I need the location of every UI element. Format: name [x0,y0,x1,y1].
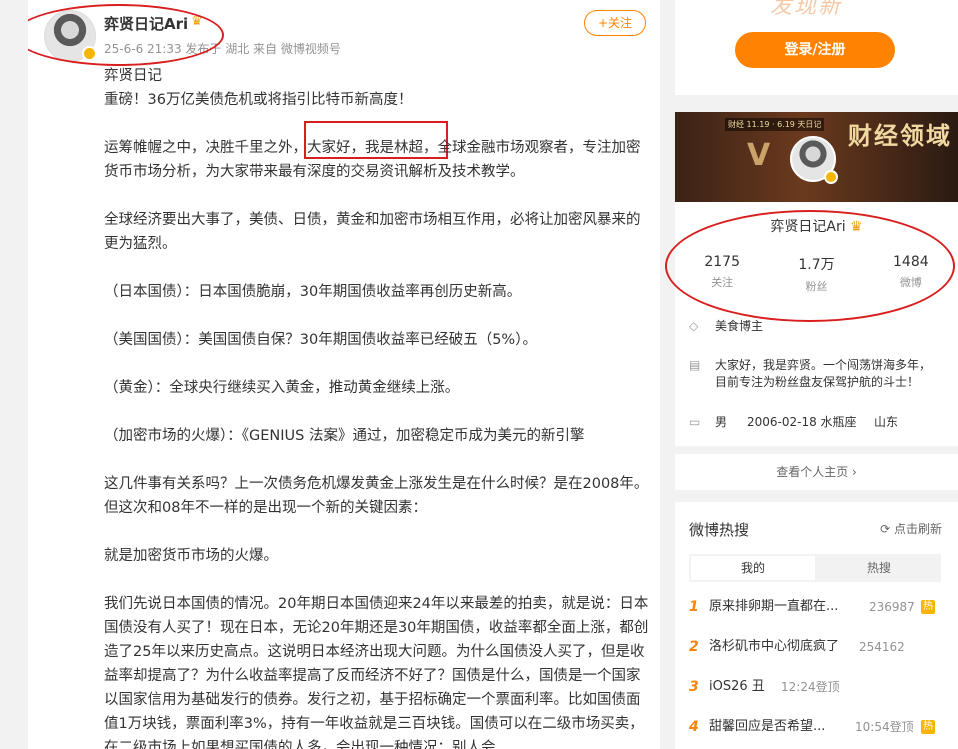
hot-rank: 2 [689,639,699,655]
hot-item[interactable]: 1 原来排卵期一直都在... 236987 热 [689,596,944,618]
stat-label: 关注 [711,276,734,289]
hot-rank: 3 [689,679,699,695]
view-homepage-link[interactable]: 查看个人主页 › [675,454,958,490]
login-card: 发现新 登录/注册 [675,0,958,95]
hot-tag: 热 [921,720,935,734]
banner-v-logo: V [747,138,771,173]
banner-chip: 财经 11.19 · 6.19 天日记 [725,118,825,131]
birthday-text: 2006-02-18 水瓶座 [747,415,857,429]
bio-line-2: 目前专注为粉丝盘友保驾护航的斗士！ [715,375,920,389]
login-decoration: 发现新 [770,0,843,19]
profile-verified-badge-icon [824,170,838,184]
document-icon: ▤ [689,358,701,372]
hot-count: 10:54登顶 [855,720,914,734]
hot-item[interactable]: 3 iOS26 丑 12:24登顶 [689,676,944,698]
post-paragraph: （黄金）：全球央行继续买入黄金，推动黄金继续上涨。 [104,380,460,396]
hot-text: 甜馨回应是否希望... [709,719,826,734]
tab-mine[interactable]: 我的 [691,556,815,580]
post-meta: 25-6-6 21:33 发布于 湖北 来自 微博视频号 [104,42,341,56]
tab-hot[interactable]: 热搜 [817,554,941,582]
hot-text: 洛杉矶市中心彻底疯了 [709,639,840,654]
hot-count: 236987 [869,600,915,614]
id-card-icon: ▭ [689,415,701,429]
post-paragraph: （美国国债）：美国国债自保？30年期国债收益率已经破五（5%）。 [104,332,537,348]
hot-item[interactable]: 4 甜馨回应是否希望... 10:54登顶 热 [689,716,944,738]
post-paragraph: 这几件事有关系吗？上一次债务危机爆发黄金上涨发生是在什么时候？是在2008年。但… [104,476,649,516]
post-paragraph: （加密市场的火爆）：《GENIUS 法案》通过，加密稳定币成为美元的新引擎 [104,428,585,444]
post-content: 弈贤日记重磅！36万亿美债危机或将指引比特币新高度！ 运筹帷幄之中，决胜千里之外，… [104,64,650,749]
post-paragraph: 弈贤日记 [104,68,162,84]
follow-button[interactable]: +关注 [584,10,646,36]
hot-rank: 1 [689,599,699,615]
post-paragraph: 运筹帷幄之中，决胜千里之外，大家好，我是林超，全球金融市场观察者，专注加密货币市… [104,140,641,180]
hot-search-title: 微博热搜 [689,521,750,539]
crown-icon: ♛ [850,219,863,235]
post-paragraph: （日本国债）：日本国债脆崩，30年期国债收益率再创历史新高。 [104,284,522,300]
weibo-post-card: 弈贤日记Ari ♛ 25-6-6 21:33 发布于 湖北 来自 微博视频号 +… [28,0,660,749]
shield-icon: ◇ [689,319,699,333]
post-paragraph: 重磅！36万亿美债危机或将指引比特币新高度！ [104,92,413,108]
stat-following[interactable]: 2175 关注 [675,254,769,294]
bio-line-1: 大家好，我是弈贤。一个闯荡饼海多年， [715,358,932,372]
stat-number: 1.7万 [798,257,835,273]
stat-label: 粉丝 [805,280,828,293]
hot-count: 254162 [859,640,905,654]
post-paragraph: 全球经济要出大事了，美债、日债，黄金和加密市场相互作用，必将让加密风暴来的更为猛… [104,212,641,252]
login-register-button[interactable]: 登录/注册 [735,32,895,68]
stat-posts[interactable]: 1484 微博 [864,254,958,294]
profile-name[interactable]: 弈贤日记Ari ♛ [675,216,958,236]
profile-stats: 2175 关注 1.7万 粉丝 1484 微博 [675,254,958,294]
hot-text: 原来排卵期一直都在... [709,599,839,614]
hot-search-card: 微博热搜 ⟳ 点击刷新 我的 热搜 1 原来排卵期一直都在... 236987 … [675,502,958,749]
hot-rank: 4 [689,719,699,735]
post-paragraph: 我们先说日本国债的情况。20年期日本国债迎来24年以来最差的拍卖，就是说：日本国… [104,596,649,749]
hot-count: 12:24登顶 [781,680,840,694]
badge-text: 美食博主 [715,319,764,333]
refresh-button[interactable]: ⟳ 点击刷新 [880,520,942,537]
post-paragraph: 就是加密货币市场的火爆。 [104,548,278,564]
profile-name-text: 弈贤日记Ari [770,219,846,235]
profile-card: 财经 11.19 · 6.19 天日记 V 财经领域 弈贤日记Ari ♛ 217… [665,112,958,446]
stat-number: 2175 [704,254,740,270]
stat-label: 微博 [899,276,922,289]
stat-followers[interactable]: 1.7万 粉丝 [769,254,863,294]
refresh-label: 点击刷新 [893,522,942,536]
gender-text: 男 [715,415,728,429]
verified-badge-icon [82,46,97,61]
crown-icon: ♛ [191,14,203,29]
location-text: 山东 [874,415,899,429]
author-name[interactable]: 弈贤日记Ari [104,13,188,34]
hot-tabs: 我的 热搜 [689,554,941,582]
banner-title: 财经领域 [848,122,952,150]
stat-number: 1484 [893,254,929,270]
hot-tag: 热 [921,600,935,614]
hot-item[interactable]: 2 洛杉矶市中心彻底疯了 254162 [689,636,944,658]
hot-text: iOS26 丑 [709,679,765,694]
refresh-icon: ⟳ [880,522,891,536]
